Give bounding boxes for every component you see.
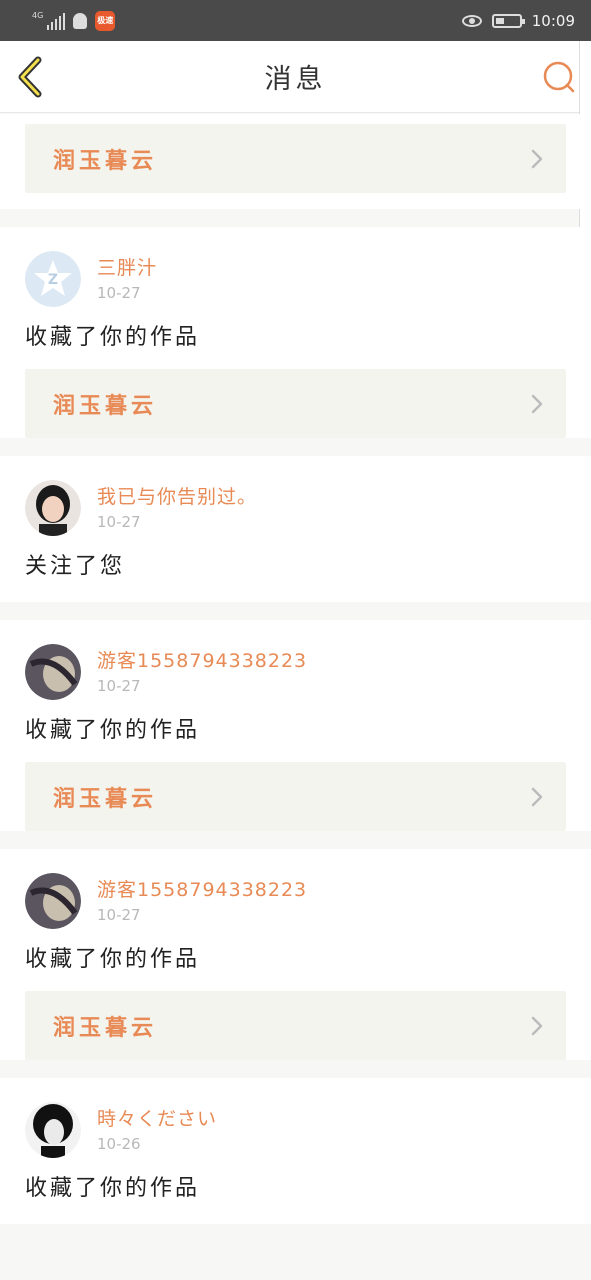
user-row[interactable]: 游客1558794338223 10-27 <box>25 849 566 929</box>
chevron-right-icon <box>531 1016 543 1035</box>
user-meta: 游客1558794338223 10-27 <box>97 644 307 696</box>
battery-icon <box>491 13 525 28</box>
message-card: 時々ください 10-26 收藏了你的作品 <box>0 1078 591 1224</box>
user-photo-icon <box>25 480 81 536</box>
user-row[interactable]: Z 三胖汁 10-27 <box>25 227 566 307</box>
work-title: 润玉暮云 <box>53 1015 158 1041</box>
status-left: 4G 极速 <box>32 10 116 31</box>
avatar[interactable] <box>25 873 81 929</box>
message-card: 我已与你告别过。 10-27 关注了您 <box>0 456 591 602</box>
work-link[interactable]: 润玉暮云 <box>25 762 566 831</box>
page-title: 消息 <box>264 64 327 95</box>
message-card: 润玉暮云 <box>0 114 591 209</box>
back-button[interactable] <box>14 55 48 99</box>
username[interactable]: 三胖汁 <box>97 255 157 281</box>
user-meta: 時々ください 10-26 <box>97 1102 217 1154</box>
timestamp: 10-27 <box>97 513 141 531</box>
default-avatar-icon: Z <box>25 251 81 307</box>
user-meta: 游客1558794338223 10-27 <box>97 873 307 925</box>
work-link[interactable]: 润玉暮云 <box>25 124 566 193</box>
timestamp: 10-27 <box>97 677 141 695</box>
search-button[interactable] <box>543 61 575 93</box>
user-row[interactable]: 我已与你告别过。 10-27 <box>25 456 566 536</box>
clock: 10:09 <box>531 11 575 30</box>
avatar[interactable]: Z <box>25 251 81 307</box>
chevron-left-icon <box>18 56 42 98</box>
username[interactable]: 游客1558794338223 <box>97 648 307 674</box>
username[interactable]: 時々ください <box>97 1106 217 1132</box>
chevron-right-icon <box>531 787 543 806</box>
message-card: Z 三胖汁 10-27 收藏了你的作品 润玉暮云 <box>0 227 591 438</box>
user-meta: 我已与你告别过。 10-27 <box>97 480 257 532</box>
status-right: 10:09 <box>461 11 575 30</box>
signal-icon: 4G <box>32 10 66 30</box>
timestamp: 10-26 <box>97 1135 141 1153</box>
avatar[interactable] <box>25 644 81 700</box>
action-text: 收藏了你的作品 <box>25 1176 201 1201</box>
action-text: 收藏了你的作品 <box>25 718 201 743</box>
action-text: 收藏了你的作品 <box>25 325 201 350</box>
search-icon <box>543 61 575 93</box>
user-photo-icon <box>25 644 81 700</box>
action-text: 收藏了你的作品 <box>25 947 201 972</box>
work-title: 润玉暮云 <box>53 786 158 812</box>
user-photo-icon <box>25 873 81 929</box>
timestamp: 10-27 <box>97 906 141 924</box>
svg-text:Z: Z <box>48 272 58 288</box>
user-photo-icon <box>25 1102 81 1158</box>
message-list: 润玉暮云 Z 三胖汁 10-27 收藏了你的作品 润玉暮云 我已与你告别过。 1… <box>0 114 591 1242</box>
user-row[interactable]: 時々ください 10-26 <box>25 1078 566 1158</box>
chevron-right-icon <box>531 149 543 168</box>
avatar[interactable] <box>25 1102 81 1158</box>
work-title: 润玉暮云 <box>53 148 158 174</box>
user-row[interactable]: 游客1558794338223 10-27 <box>25 620 566 700</box>
action-text: 关注了您 <box>25 554 126 579</box>
user-meta: 三胖汁 10-27 <box>97 251 157 303</box>
network-label: 4G <box>32 10 44 20</box>
username[interactable]: 游客1558794338223 <box>97 877 307 903</box>
username[interactable]: 我已与你告别过。 <box>97 484 257 510</box>
qq-notification-icon <box>73 12 88 29</box>
avatar[interactable] <box>25 480 81 536</box>
app-notification-icon: 极速 <box>95 10 116 31</box>
timestamp: 10-27 <box>97 284 141 302</box>
eye-comfort-icon <box>461 14 482 27</box>
app-header: 消息 <box>0 41 591 113</box>
work-link[interactable]: 润玉暮云 <box>25 991 566 1060</box>
status-bar: 4G 极速 10:09 <box>0 0 591 41</box>
chevron-right-icon <box>531 394 543 413</box>
work-title: 润玉暮云 <box>53 393 158 419</box>
work-link[interactable]: 润玉暮云 <box>25 369 566 438</box>
message-card: 游客1558794338223 10-27 收藏了你的作品 润玉暮云 <box>0 620 591 831</box>
message-card: 游客1558794338223 10-27 收藏了你的作品 润玉暮云 <box>0 849 591 1060</box>
